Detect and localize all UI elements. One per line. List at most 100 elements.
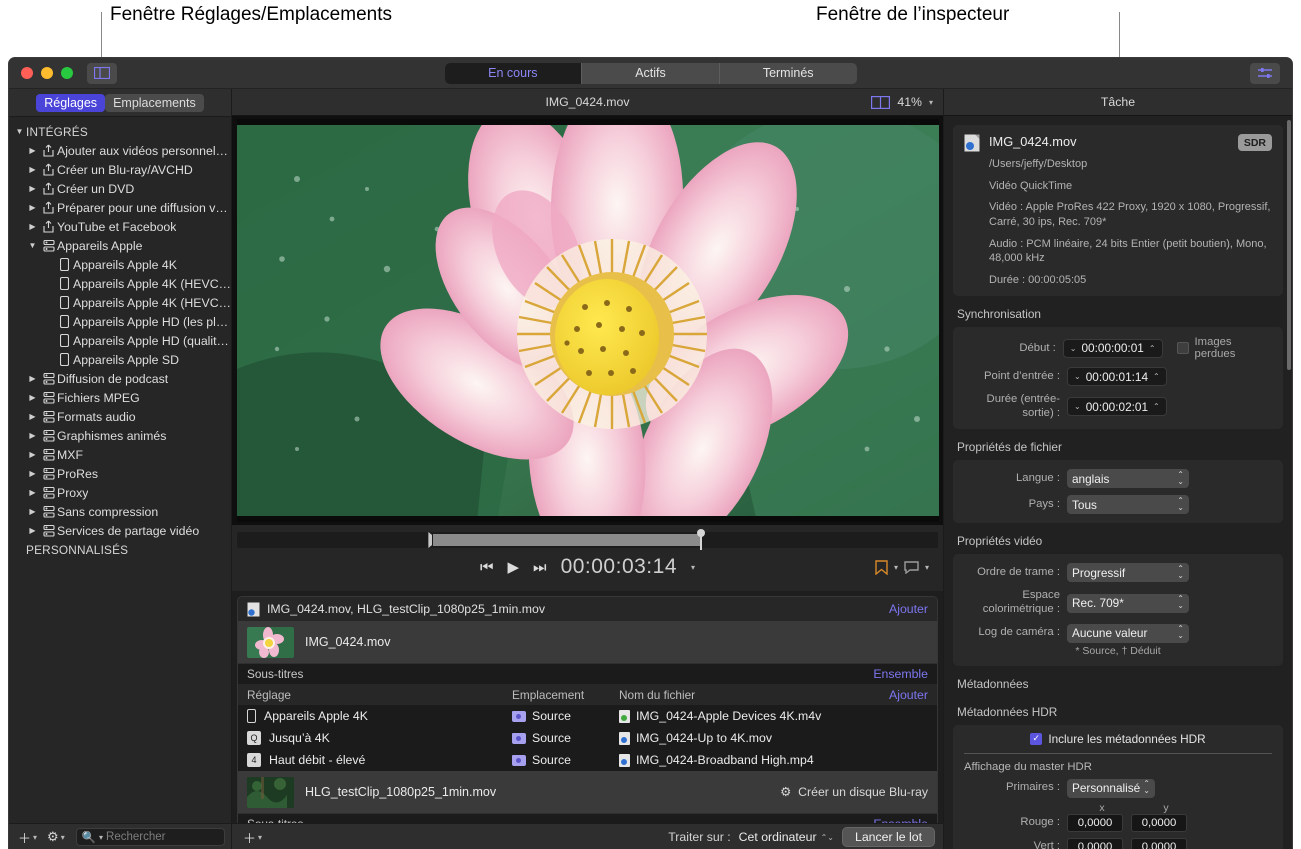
sidebar-item[interactable]: ▶Préparer pour une diffusion v… — [9, 198, 231, 217]
chevron-up-icon[interactable]: ⌃ — [1149, 344, 1156, 353]
chevron-right-icon[interactable]: ▶ — [26, 450, 39, 459]
subtitles-value-link[interactable]: Ensemble — [873, 667, 928, 681]
output-row[interactable]: Appareils Apple 4KSourceIMG_0424-Apple D… — [238, 705, 937, 727]
sidebar-item[interactable]: ▶YouTube et Facebook — [9, 217, 231, 236]
primaries-popup[interactable]: Personnalisé ⌃⌄ — [1067, 779, 1155, 798]
start-timecode-stepper[interactable]: ⌄ 00:00:00:01 ⌃ — [1063, 339, 1163, 358]
zoom-level-label[interactable]: 41% — [897, 95, 922, 109]
sidebar-item[interactable]: ▶Appareils Apple 4K (HEVC… — [9, 274, 231, 293]
tab-actifs[interactable]: Actifs — [582, 63, 720, 84]
inspector-toggle-button[interactable] — [1250, 63, 1280, 84]
current-timecode[interactable]: 00:00:03:14 — [561, 555, 677, 579]
chevron-right-icon[interactable]: ▶ — [26, 526, 39, 535]
process-on-popup[interactable]: Cet ordinateur ⌃⌄ — [739, 830, 834, 844]
output-row[interactable]: 4Haut débit - élevéSourceIMG_0424-Broadb… — [238, 749, 937, 771]
playhead-marker[interactable] — [700, 530, 702, 550]
chevron-right-icon[interactable]: ▶ — [26, 488, 39, 497]
sidebar-item[interactable]: ▶Appareils Apple HD (les pl… — [9, 312, 231, 331]
chevron-down-icon[interactable]: ▾ — [691, 563, 695, 572]
inspector-scrollbar[interactable] — [1287, 120, 1291, 370]
close-button[interactable] — [21, 67, 33, 79]
section-metadata-title[interactable]: Métadonnées — [957, 677, 1283, 691]
minimize-button[interactable] — [41, 67, 53, 79]
chevron-right-icon[interactable]: ▶ — [26, 469, 39, 478]
chevron-down-icon[interactable]: ▾ — [929, 98, 933, 107]
country-popup[interactable]: Tous ⌃⌄ — [1067, 495, 1189, 514]
chevron-right-icon[interactable]: ▶ — [26, 146, 39, 155]
source-row[interactable]: HLG_testClip_1080p25_1min.mov ⚙ Créer un… — [238, 771, 937, 813]
field-order-popup[interactable]: Progressif ⌃⌄ — [1067, 563, 1189, 582]
sidebar-item[interactable]: ▶Appareils Apple HD (qualit… — [9, 331, 231, 350]
hdr-primary-x-field[interactable]: 0,0000 — [1067, 838, 1123, 849]
hdr-primary-y-field[interactable]: 0,0000 — [1131, 814, 1187, 832]
chevron-right-icon[interactable]: ▶ — [26, 374, 39, 383]
chevron-right-icon[interactable]: ▶ — [26, 431, 39, 440]
source-row[interactable]: IMG_0424.mov — [238, 621, 937, 663]
status-filter-segmented-control[interactable]: En cours Actifs Terminés — [445, 63, 857, 84]
include-hdr-checkbox[interactable]: ✓ — [1030, 733, 1042, 745]
sidebar-item[interactable]: ▶Diffusion de podcast — [9, 369, 231, 388]
sidebar-item[interactable]: ▶Sans compression — [9, 502, 231, 521]
speech-bubble-icon[interactable] — [904, 561, 919, 574]
language-popup[interactable]: anglais ⌃⌄ — [1067, 469, 1189, 488]
batch-list[interactable]: IMG_0424.mov, HLG_testClip_1080p25_1min.… — [232, 591, 943, 823]
tree-group-custom[interactable]: ▶ PERSONNALISÉS — [9, 540, 231, 559]
tab-termines[interactable]: Terminés — [720, 63, 857, 84]
scrubber-track[interactable] — [237, 532, 938, 548]
sidebar-item[interactable]: ▶Graphismes animés — [9, 426, 231, 445]
play-icon[interactable]: ▶ — [508, 558, 520, 576]
start-batch-button[interactable]: Lancer le lot — [842, 827, 935, 847]
chevron-right-icon[interactable]: ▶ — [26, 222, 39, 231]
sidebar-item[interactable]: ▶Fichiers MPEG — [9, 388, 231, 407]
video-preview-viewer[interactable] — [232, 116, 943, 525]
chevron-right-icon[interactable]: ▶ — [26, 165, 39, 174]
tab-reglages[interactable]: Réglages — [36, 94, 105, 112]
search-input[interactable]: 🔍 ▾ Rechercher — [76, 828, 225, 846]
sidebar-item[interactable]: ▶MXF — [9, 445, 231, 464]
sidebar-item[interactable]: ▶Appareils Apple SD — [9, 350, 231, 369]
hdr-primary-y-field[interactable]: 0,0000 — [1131, 838, 1187, 849]
chevron-down-icon[interactable]: ⌄ — [1074, 402, 1081, 411]
chevron-right-icon[interactable]: ▶ — [26, 203, 39, 212]
sidebar-toggle-button[interactable] — [87, 63, 117, 84]
sidebar-item[interactable]: ▼Appareils Apple — [9, 236, 231, 255]
skip-back-icon[interactable]: ⏮ — [480, 559, 494, 576]
chevron-down-icon[interactable]: ⌄ — [1074, 372, 1081, 381]
colorspace-popup[interactable]: Rec. 709* ⌃⌄ — [1067, 594, 1189, 613]
add-job-button[interactable]: ＋▾ — [240, 828, 265, 847]
dropped-frames-checkbox[interactable] — [1177, 342, 1189, 354]
maximize-button[interactable] — [61, 67, 73, 79]
in-point-timecode-stepper[interactable]: ⌄ 00:00:01:14 ⌃ — [1067, 367, 1167, 386]
chevron-right-icon[interactable]: ▶ — [26, 184, 39, 193]
sidebar-item[interactable]: ▶Créer un Blu-ray/AVCHD — [9, 160, 231, 179]
create-bluray-action[interactable]: ⚙ Créer un disque Blu-ray — [780, 785, 928, 799]
chevron-up-icon[interactable]: ⌃ — [1153, 402, 1160, 411]
in-point-marker[interactable] — [428, 532, 432, 548]
chevron-down-icon[interactable]: ▾ — [925, 563, 929, 572]
camera-log-popup[interactable]: Aucune valeur ⌃⌄ — [1067, 624, 1189, 643]
skip-forward-icon[interactable]: ⏭ — [533, 559, 547, 576]
chevron-right-icon[interactable]: ▶ — [26, 393, 39, 402]
subtitles-row[interactable]: Sous-titres Ensemble — [238, 663, 937, 684]
sidebar-item[interactable]: ▶Ajouter aux vidéos personnel… — [9, 141, 231, 160]
job-add-link[interactable]: Ajouter — [889, 602, 928, 616]
split-view-icon[interactable] — [871, 96, 890, 109]
sidebar-item[interactable]: ▶Créer un DVD — [9, 179, 231, 198]
duration-timecode-stepper[interactable]: ⌄ 00:00:02:01 ⌃ — [1067, 397, 1167, 416]
sidebar-item[interactable]: ▶Services de partage vidéo — [9, 521, 231, 540]
chevron-right-icon[interactable]: ▶ — [26, 412, 39, 421]
chevron-down-icon[interactable]: ▼ — [26, 241, 39, 250]
outputs-add-link[interactable]: Ajouter — [889, 688, 928, 702]
add-setting-button[interactable]: ＋▾ — [15, 828, 40, 847]
sidebar-item[interactable]: ▶ProRes — [9, 464, 231, 483]
hdr-primary-x-field[interactable]: 0,0000 — [1067, 814, 1123, 832]
subtitles-row[interactable]: Sous-titres Ensemble — [238, 813, 937, 823]
settings-action-button[interactable]: ⚙▾ — [44, 829, 68, 845]
chevron-up-icon[interactable]: ⌃ — [1153, 372, 1160, 381]
tab-emplacements[interactable]: Emplacements — [105, 94, 204, 112]
output-row[interactable]: QJusqu’à 4KSourceIMG_0424-Up to 4K.mov — [238, 727, 937, 749]
sidebar-item[interactable]: ▶Formats audio — [9, 407, 231, 426]
chevron-down-icon[interactable]: ⌄ — [1070, 344, 1077, 353]
sidebar-item[interactable]: ▶Appareils Apple 4K (HEVC… — [9, 293, 231, 312]
bookmark-icon[interactable] — [875, 560, 888, 575]
